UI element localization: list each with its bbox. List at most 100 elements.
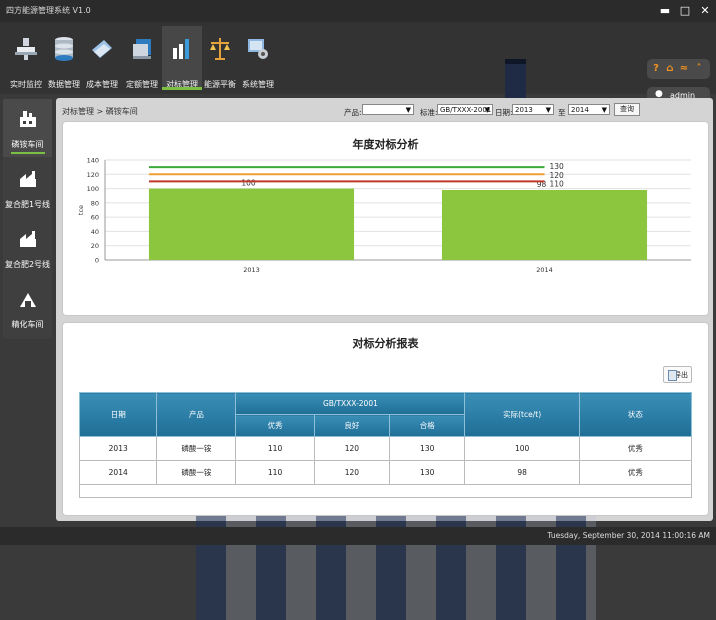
chart-panel: 年度对标分析 0 20 40 60 80 100 120 140 tce 100 2013 98 201… <box>62 121 709 316</box>
y-tick-label: 60 <box>91 214 99 222</box>
quota-icon <box>133 39 151 59</box>
factory-icon <box>20 171 36 187</box>
factory-icon <box>20 231 36 247</box>
status-datetime: Tuesday, September 30, 2014 11:00:16 AM <box>547 531 710 540</box>
y-axis-label: tce <box>77 205 85 215</box>
chevron-down-icon: ▼ <box>601 106 607 114</box>
cell-good: 120 <box>313 436 391 461</box>
cell-status: 优秀 <box>578 436 693 461</box>
table-row[interactable]: 2014 磷酸一铵 110 120 130 98 优秀 <box>78 460 693 485</box>
minimize-button[interactable]: ▬ <box>657 3 673 19</box>
bar <box>441 190 648 260</box>
header-product: 产品 <box>156 392 237 437</box>
cell-good: 120 <box>313 460 391 485</box>
toolbar-item-system[interactable]: 系统管理 <box>238 26 278 89</box>
sidebar-item-label: 磷铵车间 <box>0 139 58 154</box>
chevron-down-icon: ▼ <box>545 106 551 114</box>
bar <box>148 188 355 260</box>
settings-icon <box>248 39 268 59</box>
chevron-down-icon: ▼ <box>484 106 490 114</box>
x-tick-label: 2013 <box>243 266 260 274</box>
date-to-select[interactable]: 2014 ▼ <box>568 104 610 115</box>
balance-icon <box>210 38 230 60</box>
header-actual: 实际(tce/t) <box>464 392 580 437</box>
header-pass: 合格 <box>389 414 466 437</box>
cell-actual: 98 <box>464 460 580 485</box>
sidebar-item-compound-line-2[interactable]: 复合肥2号线 <box>3 219 52 277</box>
query-button[interactable]: 查询 <box>614 103 640 116</box>
filter-bar: 对标管理 > 磷铵车间 产品: ▼ 标准: GB/TXXX-2001 ▼ 日期: … <box>56 98 713 122</box>
sidebar-item-ammonium-phosphate[interactable]: 磷铵车间 <box>3 99 52 157</box>
cell-pass: 130 <box>389 460 466 485</box>
benchmark-bar-chart: 020406080100120140tce1002013982014130120… <box>77 157 691 274</box>
header-date: 日期 <box>78 392 158 437</box>
quick-icons-group: ? ⌂ ≈ ˄ <box>647 59 710 79</box>
table-row-empty <box>79 484 692 498</box>
cell-status: 优秀 <box>578 460 693 485</box>
standard-label: 标准: <box>420 108 438 117</box>
chevron-up-icon[interactable]: ˄ <box>693 63 705 75</box>
bar-value-label: 100 <box>241 179 256 188</box>
header-standard: GB/TXXX-2001 <box>235 392 466 415</box>
main-content: 对标管理 > 磷铵车间 产品: ▼ 标准: GB/TXXX-2001 ▼ 日期: … <box>56 98 713 620</box>
cell-date: 2013 <box>78 436 158 461</box>
report-title: 对标分析报表 <box>352 337 419 350</box>
breadcrumb: 对标管理 > 磷铵车间 <box>62 107 138 116</box>
y-tick-label: 40 <box>91 228 99 236</box>
cell-product: 磷酸一铵 <box>156 460 237 485</box>
header-excellent: 优秀 <box>235 414 315 437</box>
sidebar-item-label: 复合肥1号线 <box>4 200 51 209</box>
monitor-icon <box>15 38 37 60</box>
rss-icon[interactable]: ≈ <box>678 63 690 75</box>
export-icon <box>668 370 677 381</box>
sidebar-item-label: 复合肥2号线 <box>4 260 51 269</box>
product-label: 产品: <box>344 108 362 117</box>
cell-product: 磷酸一铵 <box>156 436 237 461</box>
status-bar: Tuesday, September 30, 2014 11:00:16 AM <box>0 527 716 545</box>
y-tick-label: 80 <box>91 199 99 207</box>
benchmark-icon <box>173 39 189 59</box>
to-label: 至 <box>558 108 566 117</box>
date-label: 日期: <box>495 108 513 117</box>
header-good: 良好 <box>313 414 391 437</box>
report-panel: 对标分析报表 导出 日期 产品 GB/TXXX-2001 实际(tce/t) 状… <box>62 322 709 516</box>
help-icon[interactable]: ? <box>650 63 662 75</box>
reference-line-label: 130 <box>550 162 565 171</box>
y-tick-label: 20 <box>91 242 99 250</box>
sidebar-item-refining[interactable]: 精化车间 <box>3 279 52 337</box>
y-tick-label: 100 <box>87 185 99 193</box>
main-toolbar: 实时监控 数据管理 成本管理 定额管理 对标管理 能源平衡 系统管理 ? ⌂ ≈… <box>0 22 716 124</box>
toolbar-item-label: 系统管理 <box>242 80 274 89</box>
title-bar: 四方能源管理系统 V1.0 ▬ □ ✕ <box>0 0 716 22</box>
chart-title: 年度对标分析 <box>352 138 419 151</box>
y-tick-label: 120 <box>87 171 99 179</box>
reference-line-label: 120 <box>550 171 565 180</box>
y-tick-label: 0 <box>95 257 99 265</box>
x-tick-label: 2014 <box>536 266 553 274</box>
factory-icon <box>20 293 36 307</box>
cell-actual: 100 <box>464 436 580 461</box>
cost-icon <box>92 40 112 58</box>
cell-excellent: 110 <box>235 436 315 461</box>
close-button[interactable]: ✕ <box>697 3 713 19</box>
date-from-select[interactable]: 2013 ▼ <box>512 104 554 115</box>
cell-date: 2014 <box>78 460 158 485</box>
report-table: 日期 产品 GB/TXXX-2001 实际(tce/t) 状态 优秀 良好 合格… <box>78 392 693 498</box>
export-button[interactable]: 导出 <box>663 366 692 383</box>
cell-pass: 130 <box>389 436 466 461</box>
standard-select[interactable]: GB/TXXX-2001 ▼ <box>437 104 493 115</box>
factory-icon <box>20 111 36 127</box>
cell-excellent: 110 <box>235 460 315 485</box>
product-select[interactable]: ▼ <box>362 104 414 115</box>
home-icon[interactable]: ⌂ <box>664 63 676 75</box>
reference-line-label: 110 <box>550 179 565 188</box>
workshop-sidebar: 磷铵车间 复合肥1号线 复合肥2号线 精化车间 <box>3 99 52 339</box>
sidebar-item-compound-line-1[interactable]: 复合肥1号线 <box>3 159 52 217</box>
header-status: 状态 <box>578 392 693 437</box>
chevron-down-icon: ▼ <box>405 106 411 114</box>
window-title: 四方能源管理系统 V1.0 <box>6 6 91 15</box>
y-tick-label: 140 <box>87 157 99 165</box>
maximize-button[interactable]: □ <box>677 3 693 19</box>
table-row[interactable]: 2013 磷酸一铵 110 120 130 100 优秀 <box>78 436 693 461</box>
sidebar-item-label: 精化车间 <box>11 320 44 329</box>
